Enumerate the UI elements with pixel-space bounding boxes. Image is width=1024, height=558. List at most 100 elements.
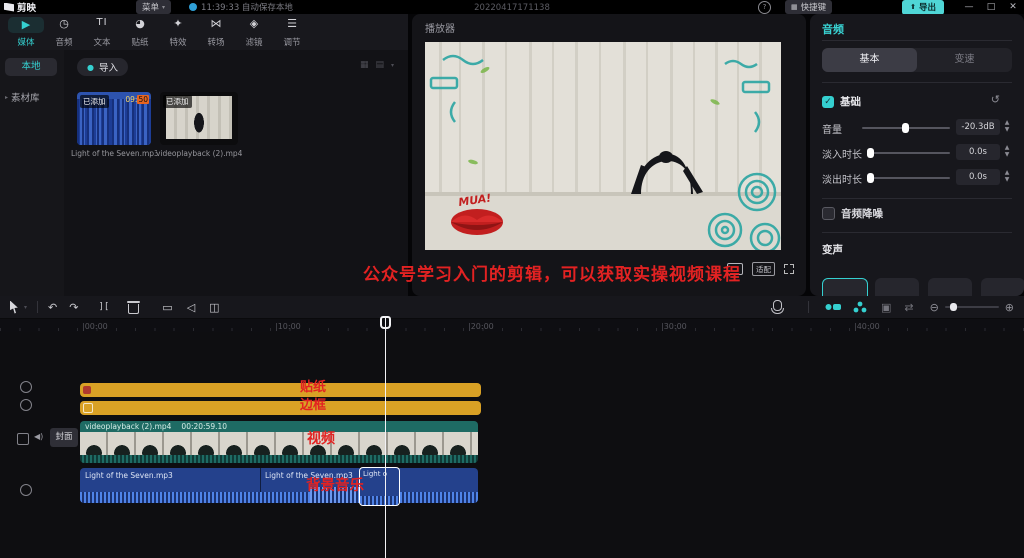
app-logo: 剪映: [4, 0, 36, 14]
music-clip-selected[interactable]: Light o: [359, 467, 400, 506]
playhead-handle[interactable]: [380, 316, 391, 329]
mirror-icon[interactable]: ◫: [209, 301, 219, 314]
undo-icon[interactable]: ↶: [48, 301, 57, 314]
fade-out-slider[interactable]: [868, 177, 950, 179]
close-button[interactable]: ✕: [1002, 2, 1024, 12]
stepper-down-icon[interactable]: ▼: [1002, 177, 1012, 184]
tab-basic[interactable]: 基本: [822, 48, 917, 72]
music-waveform-graphic: [80, 492, 478, 503]
chevron-down-icon: ▾: [162, 4, 165, 11]
cloud-save-icon: [189, 3, 197, 11]
volume-value[interactable]: -20.3dB: [956, 119, 1000, 135]
grid-view-icon[interactable]: ▦: [360, 60, 369, 70]
export-button[interactable]: ⬆ 导出: [902, 0, 944, 15]
maximize-button[interactable]: □: [980, 2, 1002, 12]
list-view-icon[interactable]: ▤: [375, 60, 384, 70]
timeline-ruler[interactable]: |00:00 |10:00 |20:00 |30:00 |40:00: [0, 319, 1024, 332]
preview-axis-icon[interactable]: ⇄: [904, 301, 913, 314]
annotation-video-track: 视频: [307, 428, 335, 448]
ruler-tick: |30:00: [661, 322, 687, 331]
voice-option-4[interactable]: [981, 278, 1024, 296]
fade-in-slider-thumb[interactable]: [867, 148, 874, 158]
fade-out-slider-thumb[interactable]: [867, 173, 874, 183]
minimize-button[interactable]: —: [958, 2, 980, 12]
volume-label: 音量: [822, 121, 842, 136]
volume-slider[interactable]: [862, 127, 950, 129]
record-voiceover-icon[interactable]: [771, 300, 784, 314]
sort-caret-icon[interactable]: ▾: [391, 62, 394, 69]
shortcuts-button[interactable]: ▦ 快捷键: [785, 0, 832, 14]
media-content: ● 导入 ▦ ▤ ▾ 已添加 09:50 Light of the Seven.…: [64, 50, 408, 296]
tab-filter[interactable]: ◈ 滤镜: [236, 17, 272, 48]
video-filmstrip-graphic: [80, 432, 478, 455]
tab-effects[interactable]: ✦ 特效: [160, 17, 196, 48]
annotation-sticker-track: 贴纸: [300, 376, 326, 395]
video-track-toggle-icon[interactable]: [17, 433, 29, 445]
video-thumbnail: 已添加: [160, 92, 238, 145]
auto-snap-icon[interactable]: [853, 301, 867, 313]
import-button[interactable]: ● 导入: [77, 58, 128, 76]
mute-original-icon[interactable]: ◀): [34, 432, 43, 441]
volume-stepper[interactable]: ▲ ▼: [1002, 119, 1012, 135]
logo-text: 剪映: [17, 0, 36, 14]
redo-icon[interactable]: ↷: [69, 301, 78, 314]
fade-in-value[interactable]: 0.0s: [956, 144, 1000, 160]
denoise-checkbox[interactable]: [822, 207, 835, 220]
tab-transition[interactable]: ⋈ 转场: [198, 17, 234, 48]
border-track-toggle-icon[interactable]: [20, 399, 32, 411]
main-track-magnet-icon[interactable]: [825, 302, 841, 312]
basic-checkbox[interactable]: ✓: [822, 96, 834, 108]
tab-speed[interactable]: 变速: [917, 48, 1012, 72]
sticker-track-toggle-icon[interactable]: [20, 381, 32, 393]
select-tool-icon[interactable]: [10, 301, 20, 314]
zoom-slider-thumb[interactable]: [950, 303, 957, 311]
fade-in-stepper[interactable]: ▲ ▼: [1002, 144, 1012, 160]
media-item-audio[interactable]: 已添加 09:50 Light of the Seven.mp3: [77, 92, 151, 162]
fade-in-row: 淡入时长 0.0s ▲ ▼: [810, 143, 1024, 163]
media-item-video[interactable]: 已添加 videoplayback (2).mp4: [160, 92, 238, 162]
border-clip[interactable]: [80, 401, 481, 415]
linkage-icon[interactable]: ▣: [881, 301, 891, 314]
zoom-in-icon[interactable]: ⊕: [1005, 301, 1014, 314]
tab-audio[interactable]: ◷ 音频: [46, 17, 82, 48]
stepper-down-icon[interactable]: ▼: [1002, 152, 1012, 159]
music-clip[interactable]: Light of the Seven.mp3 Light of the Seve…: [80, 468, 478, 503]
video-preview[interactable]: MUA!: [425, 42, 781, 250]
fade-out-stepper[interactable]: ▲ ▼: [1002, 169, 1012, 185]
volume-slider-thumb[interactable]: [902, 123, 909, 133]
tab-media[interactable]: ▶ 媒体: [8, 17, 44, 48]
freeze-frame-icon[interactable]: ▭: [162, 301, 172, 314]
border-clip-icon: [83, 403, 93, 413]
added-badge: 已添加: [80, 95, 109, 108]
denoise-label: 音频降噪: [841, 206, 883, 221]
selected-clip-label: Light o: [363, 470, 387, 478]
select-tool-caret-icon[interactable]: ▾: [24, 304, 27, 311]
fullscreen-icon[interactable]: [784, 264, 794, 274]
sidebar-item-local[interactable]: 本地: [5, 58, 57, 76]
reverse-icon[interactable]: ◁: [187, 301, 195, 314]
audio-track-toggle-icon[interactable]: [20, 484, 32, 496]
tab-sticker[interactable]: ◕ 贴纸: [122, 17, 158, 48]
timeline-zoom-slider[interactable]: [945, 306, 999, 308]
tab-adjust[interactable]: ☰ 调节: [274, 17, 310, 48]
fit-button[interactable]: 适配: [752, 262, 775, 276]
reset-icon[interactable]: ↺: [991, 93, 1000, 106]
sidebar-item-library[interactable]: ▸ 素材库: [5, 90, 40, 104]
voice-option-2[interactable]: [875, 278, 919, 296]
playhead-line[interactable]: [385, 316, 386, 558]
video-clip[interactable]: videoplayback (2).mp4 00:20:59.10: [80, 421, 478, 463]
fade-out-value[interactable]: 0.0s: [956, 169, 1000, 185]
menu-button[interactable]: 菜单▾: [136, 0, 171, 14]
help-icon[interactable]: ?: [758, 1, 771, 14]
cover-button[interactable]: 封面: [50, 428, 78, 447]
fade-in-slider[interactable]: [868, 152, 950, 154]
tab-text[interactable]: TI 文本: [84, 17, 120, 48]
sticker-clip[interactable]: [80, 383, 481, 397]
zoom-out-icon[interactable]: ⊖: [930, 301, 939, 314]
delete-icon[interactable]: [127, 301, 140, 314]
voice-option-selected[interactable]: [822, 278, 868, 296]
stepper-down-icon[interactable]: ▼: [1002, 127, 1012, 134]
split-icon[interactable]: ][: [98, 302, 109, 312]
voice-option-3[interactable]: [928, 278, 972, 296]
ruler-tick: |00:00: [82, 322, 108, 331]
